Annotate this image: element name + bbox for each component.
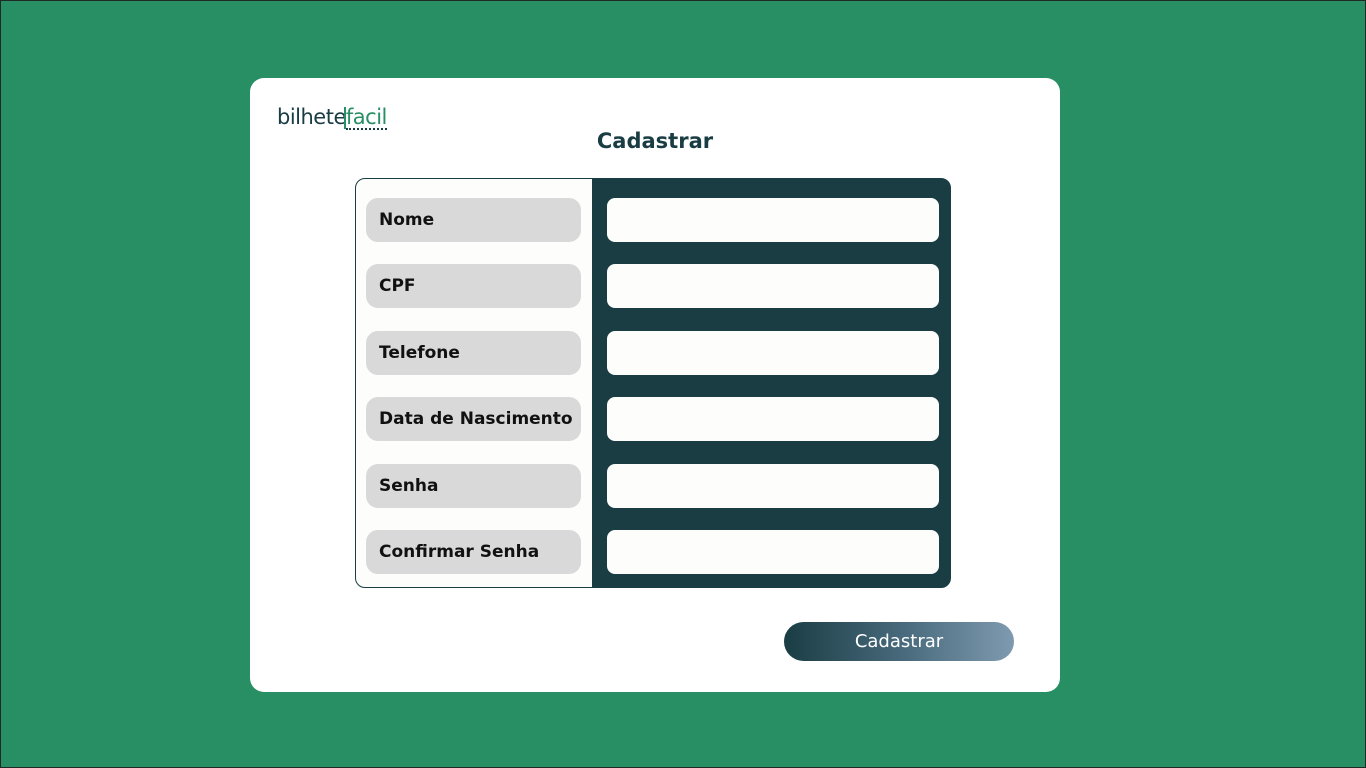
birthdate-input[interactable] xyxy=(607,397,939,441)
page-title: Cadastrar xyxy=(596,129,714,153)
bilhetefacil-logo: bilhetefacil xyxy=(277,105,387,129)
register-card: bilhetefacil Cadastrar Nome CPF Telefone… xyxy=(250,78,1060,692)
birthdate-label: Data de Nascimento xyxy=(366,397,581,441)
confirm-password-input[interactable] xyxy=(607,530,939,574)
password-label: Senha xyxy=(366,464,581,508)
labels-column: Nome CPF Telefone Data de Nascimento Sen… xyxy=(356,179,592,587)
phone-label: Telefone xyxy=(366,331,581,375)
register-submit-button[interactable]: Cadastrar xyxy=(784,622,1014,661)
logo-accent-text: facil xyxy=(345,105,387,129)
logo-primary-text: bilhete xyxy=(277,105,346,129)
name-label: Nome xyxy=(366,198,581,242)
cpf-input[interactable] xyxy=(607,264,939,308)
name-input[interactable] xyxy=(607,198,939,242)
phone-input[interactable] xyxy=(607,331,939,375)
register-form: Nome CPF Telefone Data de Nascimento Sen… xyxy=(355,178,951,588)
confirm-password-label: Confirmar Senha xyxy=(366,530,581,574)
password-input[interactable] xyxy=(607,464,939,508)
cpf-label: CPF xyxy=(366,264,581,308)
